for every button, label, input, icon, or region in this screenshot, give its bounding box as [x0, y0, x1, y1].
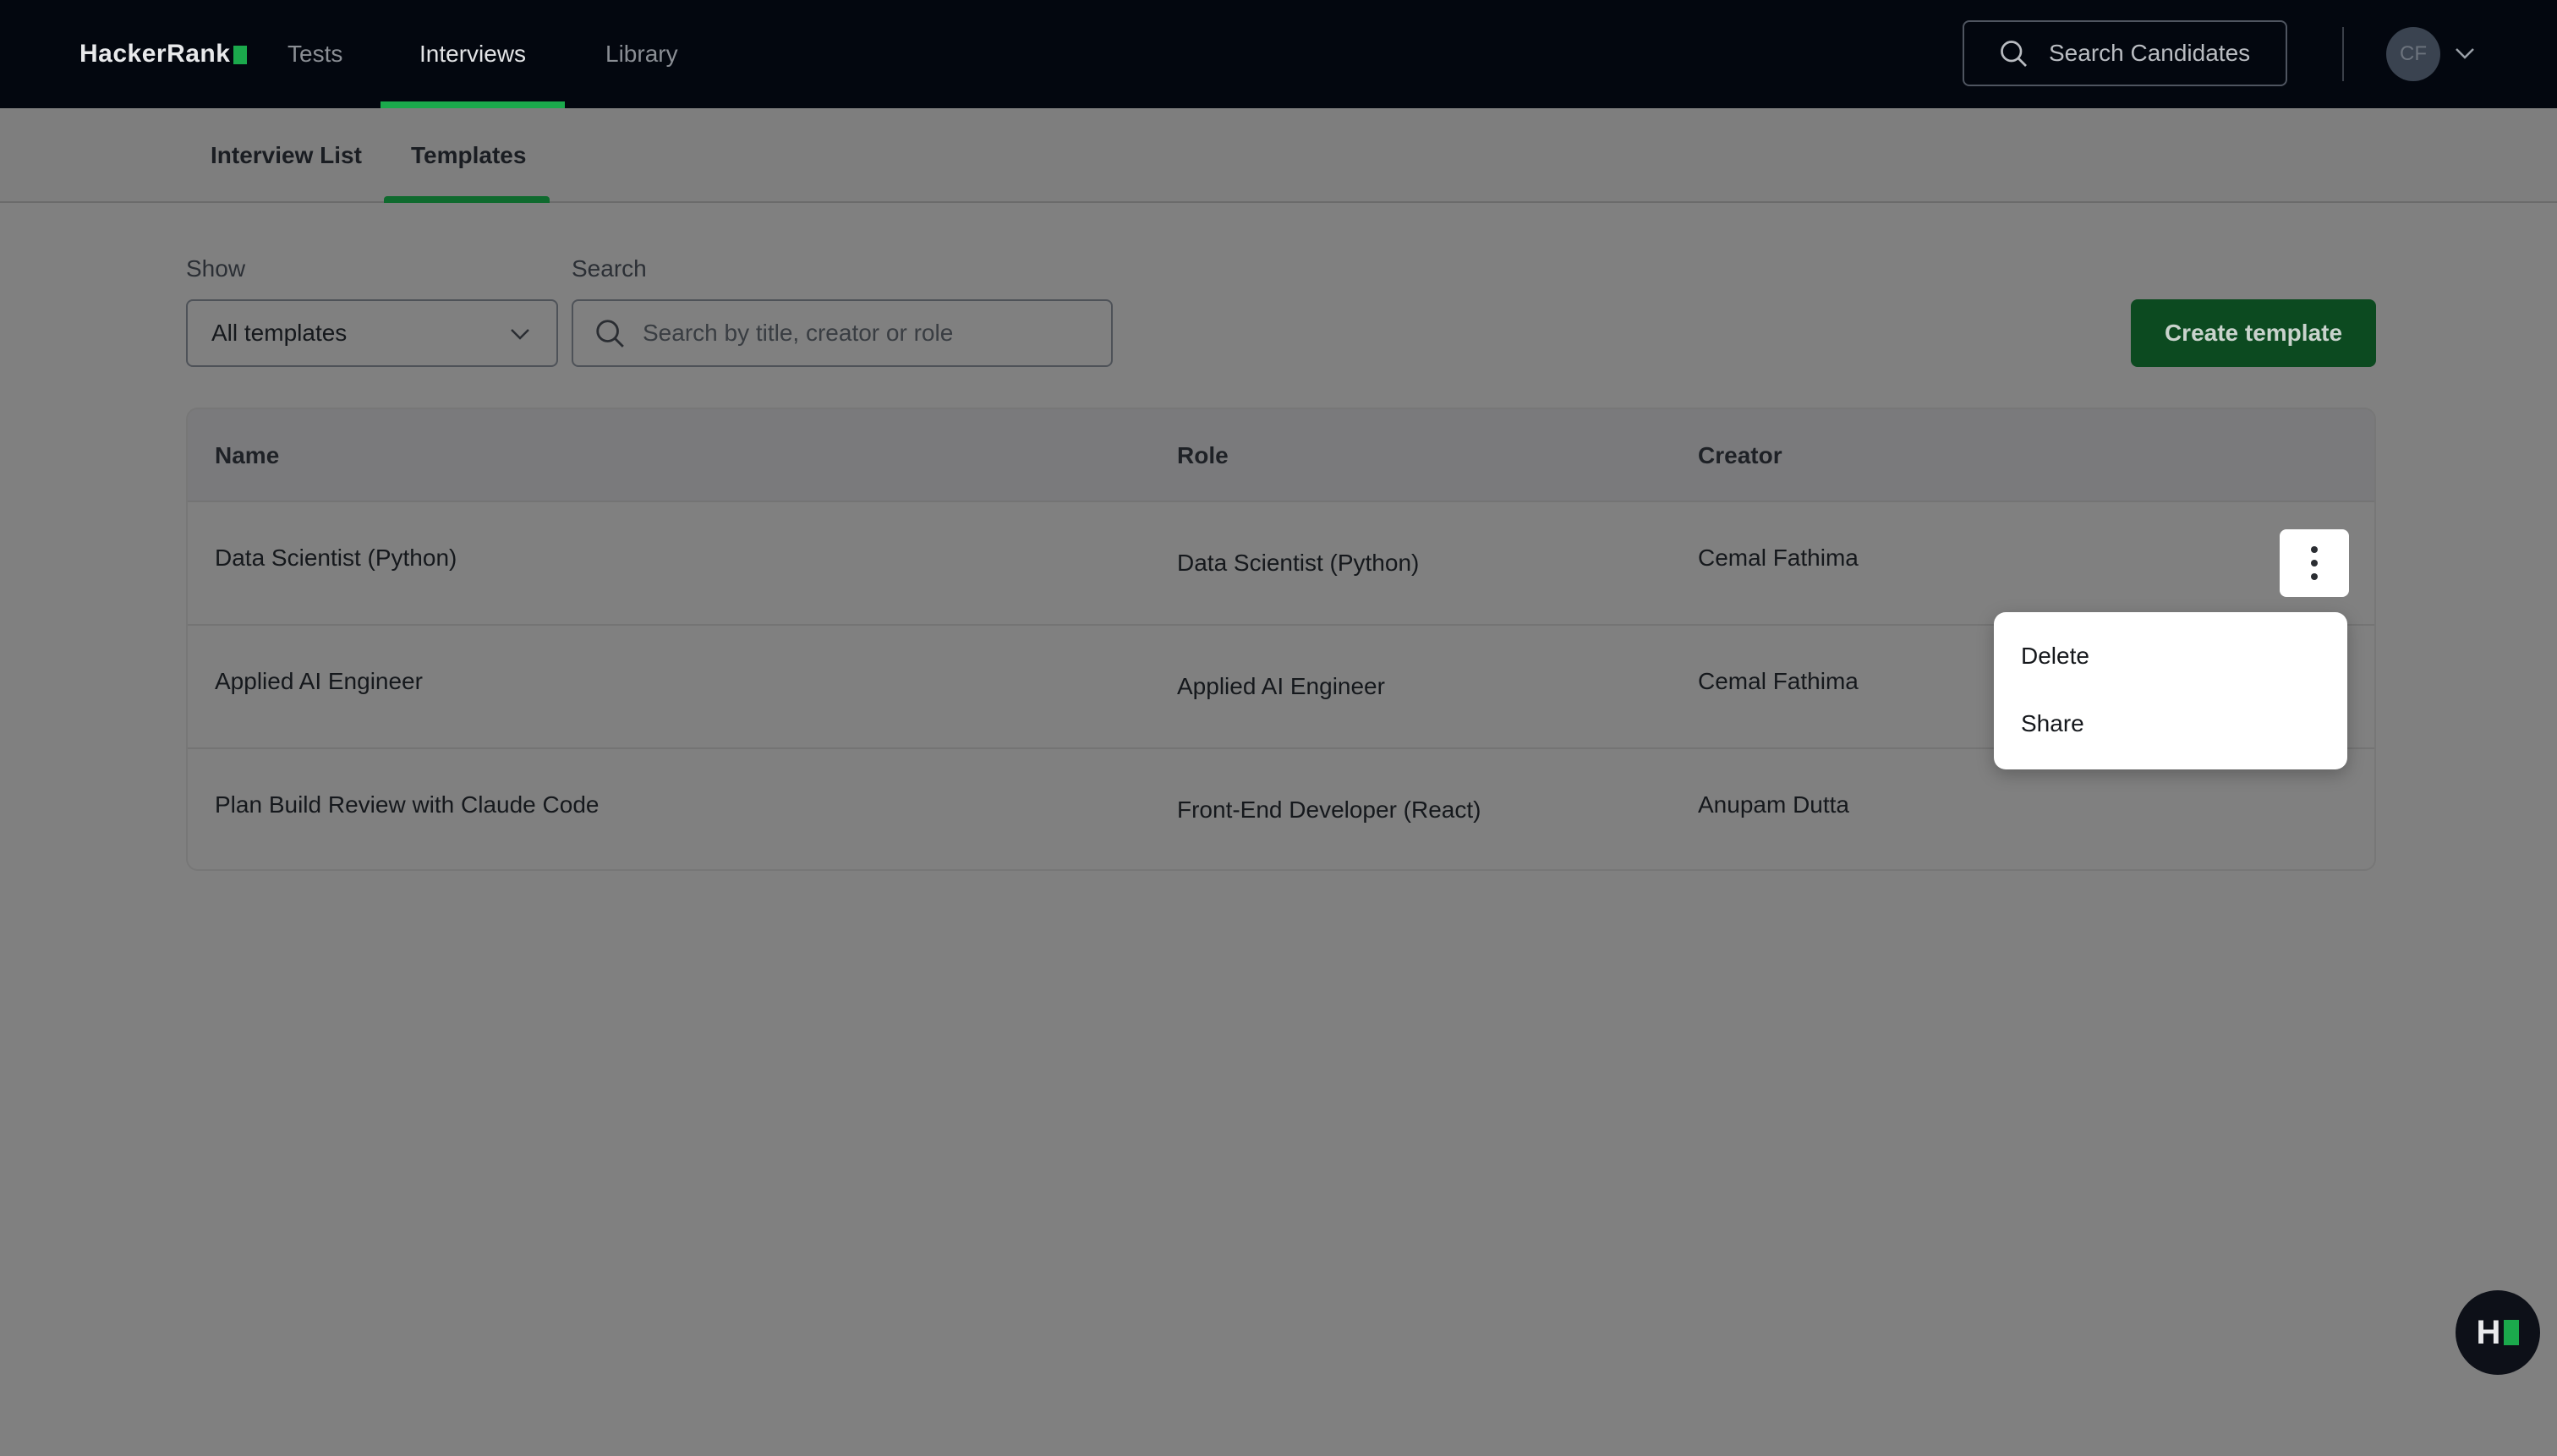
chevron-down-icon[interactable]	[2452, 41, 2478, 66]
template-role: Front-End Developer (React)	[1177, 796, 1481, 823]
template-name[interactable]: Applied AI Engineer	[215, 668, 423, 695]
nav-link-library[interactable]: Library	[605, 0, 678, 108]
template-role: Applied AI Engineer	[1177, 673, 1385, 699]
template-creator: Cemal Fathima	[1698, 668, 1859, 694]
table-header: Name Role Creator	[188, 409, 2374, 502]
create-template-button[interactable]: Create template	[2131, 299, 2376, 367]
logo-block-icon	[233, 46, 248, 64]
show-select-value: All templates	[211, 320, 348, 346]
search-candidates-button[interactable]: Search Candidates	[1963, 20, 2287, 86]
search-field[interactable]	[572, 299, 1113, 367]
nav-link-interviews[interactable]: Interviews	[419, 0, 526, 108]
nav-divider	[2342, 27, 2344, 81]
search-icon	[596, 320, 624, 348]
show-label: Show	[186, 255, 246, 282]
tab-templates[interactable]: Templates	[411, 108, 526, 203]
template-role: Data Scientist (Python)	[1177, 550, 1420, 576]
column-header-name[interactable]: Name	[215, 409, 279, 502]
avatar-initials: CF	[2400, 42, 2427, 65]
column-header-creator[interactable]: Creator	[1698, 409, 1782, 502]
avatar[interactable]: CF	[2386, 27, 2440, 81]
logo-text: HackerRank	[79, 40, 231, 68]
show-select[interactable]: All templates	[186, 299, 558, 367]
sub-tabs: Interview List Templates	[0, 108, 2557, 203]
table-row[interactable]: Data Scientist (Python) Data Scientist (…	[188, 502, 2374, 626]
template-name[interactable]: Data Scientist (Python)	[215, 545, 457, 572]
search-icon	[2001, 41, 2027, 67]
row-actions-menu: Delete Share	[1994, 612, 2347, 769]
active-nav-indicator	[381, 101, 565, 108]
more-vertical-icon	[2311, 546, 2318, 580]
hackerrank-logo[interactable]: HackerRank	[79, 39, 248, 69]
nav-link-tests[interactable]: Tests	[287, 0, 342, 108]
column-header-role[interactable]: Role	[1177, 409, 1229, 502]
menu-item-share[interactable]: Share	[1994, 690, 2347, 758]
template-name[interactable]: Plan Build Review with Claude Code	[215, 791, 599, 818]
template-creator: Cemal Fathima	[1698, 545, 1859, 571]
help-logo-text: H	[2476, 1313, 2501, 1351]
tab-interview-list[interactable]: Interview List	[211, 108, 362, 203]
help-chat-button[interactable]: H	[2456, 1290, 2540, 1375]
row-actions-button[interactable]	[2280, 529, 2349, 597]
search-label: Search	[572, 255, 647, 282]
active-tab-indicator	[384, 196, 550, 203]
help-logo-block-icon	[2504, 1320, 2520, 1345]
top-navigation: HackerRank Tests Interviews Library Sear…	[0, 0, 2557, 108]
chevron-down-icon	[511, 329, 529, 340]
menu-item-delete[interactable]: Delete	[1994, 622, 2347, 690]
search-input[interactable]	[641, 319, 1084, 348]
search-candidates-label: Search Candidates	[2049, 40, 2251, 66]
template-creator: Anupam Dutta	[1698, 791, 1849, 818]
